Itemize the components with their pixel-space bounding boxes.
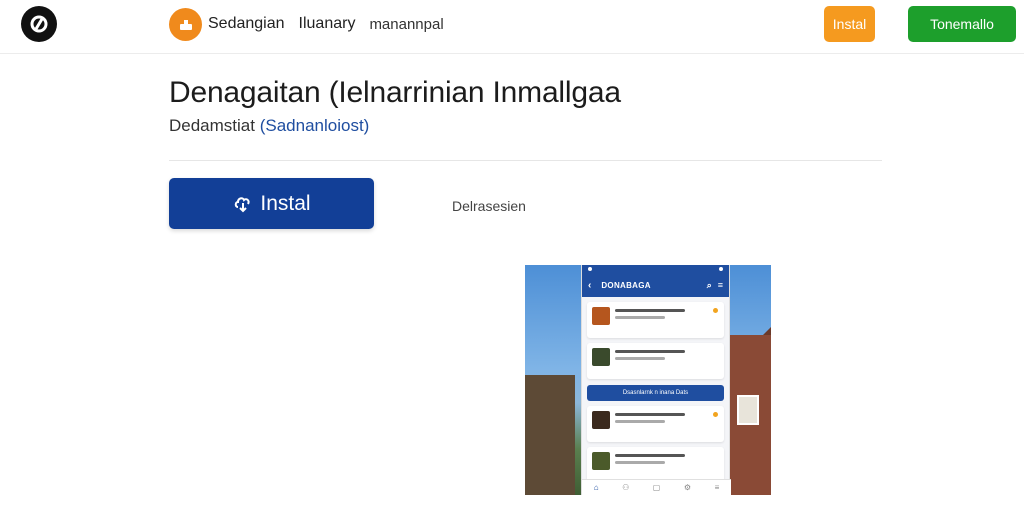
phone-list-item: [587, 302, 724, 338]
app-screenshot: ‹ DONABAGA ⌕ ≡ Dsasnlarnk n inana Dats ⌂…: [525, 265, 771, 495]
page-title: Denagaitan (Ielnarrinian Inmallgaa: [169, 76, 621, 109]
background-window: [737, 395, 759, 425]
nav-link-1[interactable]: Sedangian: [208, 15, 285, 33]
brand-logo-icon[interactable]: [21, 6, 57, 42]
section-divider: [169, 160, 882, 161]
menu-icon: ≡: [717, 280, 723, 290]
phone-header-title: DONABAGA: [601, 280, 651, 290]
page-subtitle: Dedamstiat (Sadnanloiost): [169, 116, 369, 136]
back-arrow-icon: ‹: [588, 279, 592, 291]
app-icon[interactable]: [169, 8, 202, 41]
phone-ui: ‹ DONABAGA ⌕ ≡ Dsasnlarnk n inana Dats ⌂…: [581, 265, 731, 495]
nav-link-3[interactable]: manannpal: [369, 16, 443, 33]
app-glyph: [179, 19, 192, 30]
list-thumbnail: [592, 348, 610, 366]
phone-header: ‹ DONABAGA ⌕ ≡: [582, 273, 729, 297]
list-thumbnail: [592, 452, 610, 470]
subtitle-text: Dedamstiat: [169, 116, 255, 135]
nav-link-2[interactable]: Iluanary: [299, 15, 356, 33]
phone-status-bar: [582, 265, 729, 273]
brand-logo-glyph: [30, 15, 48, 33]
header-install-button[interactable]: Instal: [824, 6, 875, 42]
phone-list-item: [587, 343, 724, 379]
phone-cta-bar: Dsasnlarnk n inana Dats: [587, 385, 724, 401]
background-building-left: [525, 375, 575, 495]
settings-icon: ⚙: [683, 483, 692, 492]
top-navigation-bar: Sedangian Iluanary manannpal Instal Tone…: [0, 0, 1024, 54]
subtitle-link[interactable]: (Sadnanloiost): [260, 116, 370, 135]
nav-links: Sedangian Iluanary manannpal: [208, 15, 444, 33]
phone-list-item: [587, 406, 724, 442]
header-green-button[interactable]: Tonemallo: [908, 6, 1016, 42]
more-icon: ≡: [714, 483, 720, 492]
star-icon: [713, 308, 718, 313]
description-link[interactable]: Delrasesien: [452, 198, 526, 214]
install-button-label: Instal: [260, 191, 311, 215]
phone-bottom-nav: ⌂ ⚇ ▢ ⚙ ≡: [582, 479, 731, 495]
list-thumbnail: [592, 411, 610, 429]
chat-icon: ▢: [652, 483, 661, 492]
install-button[interactable]: Instal: [169, 178, 374, 229]
star-icon: [713, 412, 718, 417]
phone-list-item: [587, 447, 724, 483]
list-thumbnail: [592, 307, 610, 325]
profile-icon: ⚇: [622, 483, 630, 492]
home-icon: ⌂: [593, 483, 599, 492]
search-icon: ⌕: [706, 279, 712, 290]
download-icon: [235, 196, 250, 212]
